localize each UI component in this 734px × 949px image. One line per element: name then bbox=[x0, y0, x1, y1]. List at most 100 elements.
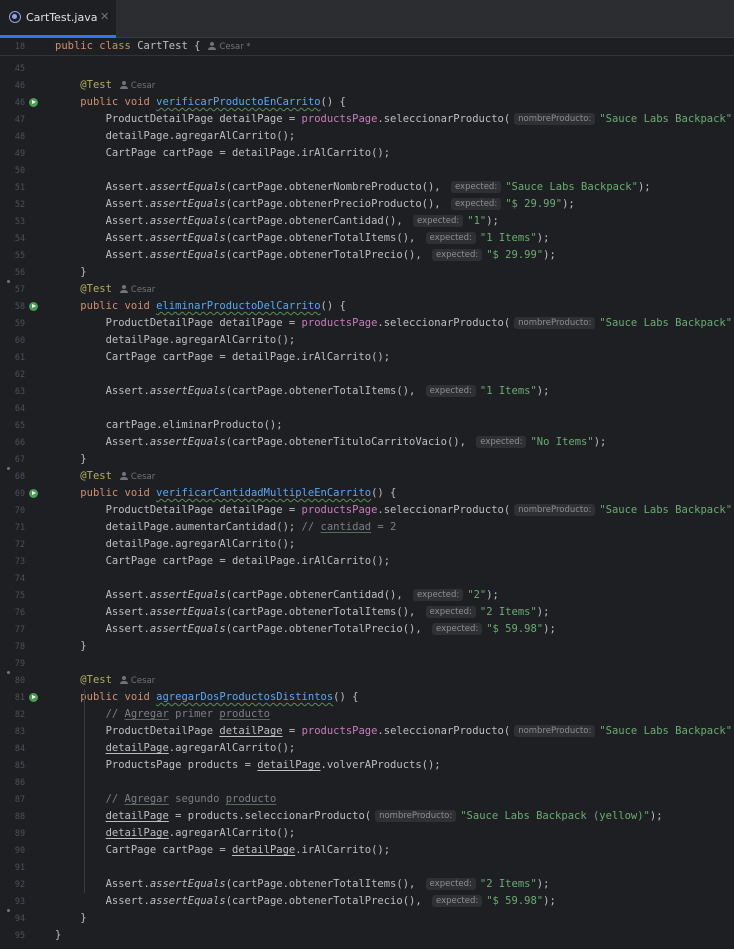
line-number[interactable]: 94 bbox=[0, 910, 25, 927]
code-line[interactable]: 48 detailPage.agregarAlCarrito(); bbox=[0, 128, 734, 145]
code-line[interactable]: 61 CartPage cartPage = detailPage.irAlCa… bbox=[0, 349, 734, 366]
code-line[interactable]: 60 detailPage.agregarAlCarrito(); bbox=[0, 332, 734, 349]
code-line[interactable]: 69 public void verificarCantidadMultiple… bbox=[0, 485, 734, 502]
line-number[interactable]: 79 bbox=[0, 655, 25, 672]
line-number[interactable]: 55 bbox=[0, 247, 25, 264]
code-line[interactable]: 46 @Test Cesar bbox=[0, 77, 734, 94]
line-number[interactable]: 64 bbox=[0, 400, 25, 417]
fold-marker-icon[interactable] bbox=[7, 280, 10, 283]
line-number[interactable]: 52 bbox=[0, 196, 25, 213]
line-number[interactable]: 83 bbox=[0, 723, 25, 740]
code-line[interactable]: 80 @Test Cesar bbox=[0, 672, 734, 689]
line-number[interactable]: 66 bbox=[0, 434, 25, 451]
line-number[interactable]: 68 bbox=[0, 468, 25, 485]
code-line[interactable]: 77 Assert.assertEquals(cartPage.obtenerT… bbox=[0, 621, 734, 638]
line-number[interactable]: 50 bbox=[0, 162, 25, 179]
code-line[interactable]: 83 ProductDetailPage detailPage = produc… bbox=[0, 723, 734, 740]
line-number[interactable]: 48 bbox=[0, 128, 25, 145]
line-number[interactable]: 60 bbox=[0, 332, 25, 349]
line-number[interactable]: 92 bbox=[0, 876, 25, 893]
code-line[interactable]: 50 bbox=[0, 162, 734, 179]
line-number[interactable]: 75 bbox=[0, 587, 25, 604]
code-line[interactable]: 73 CartPage cartPage = detailPage.irAlCa… bbox=[0, 553, 734, 570]
run-test-icon[interactable] bbox=[29, 693, 38, 702]
line-number[interactable]: 80 bbox=[0, 672, 25, 689]
run-test-icon[interactable] bbox=[29, 489, 38, 498]
code-line[interactable]: 91 bbox=[0, 859, 734, 876]
code-line[interactable]: 62 bbox=[0, 366, 734, 383]
line-number[interactable]: 61 bbox=[0, 349, 25, 366]
line-number[interactable]: 91 bbox=[0, 859, 25, 876]
line-number[interactable]: 74 bbox=[0, 570, 25, 587]
code-line[interactable]: 88 detailPage = products.seleccionarProd… bbox=[0, 808, 734, 825]
line-number[interactable]: 88 bbox=[0, 808, 25, 825]
line-number[interactable]: 89 bbox=[0, 825, 25, 842]
fold-marker-icon[interactable] bbox=[7, 909, 10, 912]
code-line[interactable]: 66 Assert.assertEquals(cartPage.obtenerT… bbox=[0, 434, 734, 451]
code-line[interactable]: 90 CartPage cartPage = detailPage.irAlCa… bbox=[0, 842, 734, 859]
code-line[interactable]: 74 bbox=[0, 570, 734, 587]
fold-marker-icon[interactable] bbox=[7, 467, 10, 470]
line-number[interactable]: 87 bbox=[0, 791, 25, 808]
line-number[interactable]: 72 bbox=[0, 536, 25, 553]
code-line[interactable]: 68 @Test Cesar bbox=[0, 468, 734, 485]
code-line[interactable]: 71 detailPage.aumentarCantidad(); // can… bbox=[0, 519, 734, 536]
line-number[interactable]: 77 bbox=[0, 621, 25, 638]
line-number[interactable]: 62 bbox=[0, 366, 25, 383]
line-number[interactable]: 53 bbox=[0, 213, 25, 230]
line-number[interactable]: 84 bbox=[0, 740, 25, 757]
line-number[interactable]: 93 bbox=[0, 893, 25, 910]
line-number[interactable]: 81 bbox=[0, 689, 25, 706]
code-line[interactable]: 57 @Test Cesar bbox=[0, 281, 734, 298]
code-line[interactable]: 75 Assert.assertEquals(cartPage.obtenerC… bbox=[0, 587, 734, 604]
code-line[interactable]: 63 Assert.assertEquals(cartPage.obtenerT… bbox=[0, 383, 734, 400]
code-line[interactable]: 93 Assert.assertEquals(cartPage.obtenerT… bbox=[0, 893, 734, 910]
run-test-icon[interactable] bbox=[29, 302, 38, 311]
code-line[interactable]: 89 detailPage.agregarAlCarrito(); bbox=[0, 825, 734, 842]
line-number[interactable]: 71 bbox=[0, 519, 25, 536]
line-number[interactable]: 85 bbox=[0, 757, 25, 774]
sticky-class-header[interactable]: 18 public class CartTest {Cesar * bbox=[0, 38, 734, 56]
code-line[interactable]: 53 Assert.assertEquals(cartPage.obtenerC… bbox=[0, 213, 734, 230]
author-hint[interactable]: Cesar bbox=[119, 285, 155, 295]
author-hint[interactable]: Cesar bbox=[119, 676, 155, 686]
code-line[interactable]: 64 bbox=[0, 400, 734, 417]
code-line[interactable]: 46 public void verificarProductoEnCarrit… bbox=[0, 94, 734, 111]
line-number[interactable]: 82 bbox=[0, 706, 25, 723]
author-hint[interactable]: Cesar bbox=[119, 472, 155, 482]
code-line[interactable]: 51 Assert.assertEquals(cartPage.obtenerN… bbox=[0, 179, 734, 196]
author-hint[interactable]: Cesar bbox=[119, 81, 155, 91]
line-number[interactable]: 58 bbox=[0, 298, 25, 315]
code-line[interactable]: 70 ProductDetailPage detailPage = produc… bbox=[0, 502, 734, 519]
line-number[interactable]: 73 bbox=[0, 553, 25, 570]
code-line[interactable]: 54 Assert.assertEquals(cartPage.obtenerT… bbox=[0, 230, 734, 247]
code-line[interactable]: 94 } bbox=[0, 910, 734, 927]
line-number[interactable]: 70 bbox=[0, 502, 25, 519]
line-number[interactable]: 63 bbox=[0, 383, 25, 400]
line-number[interactable]: 54 bbox=[0, 230, 25, 247]
code-line[interactable]: 84 detailPage.agregarAlCarrito(); bbox=[0, 740, 734, 757]
line-number[interactable]: 59 bbox=[0, 315, 25, 332]
line-number[interactable]: 76 bbox=[0, 604, 25, 621]
code-line[interactable]: 78 } bbox=[0, 638, 734, 655]
line-number[interactable]: 51 bbox=[0, 179, 25, 196]
close-tab-icon[interactable]: ✕ bbox=[100, 10, 109, 23]
line-number[interactable]: 67 bbox=[0, 451, 25, 468]
code-line[interactable]: 85 ProductsPage products = detailPage.vo… bbox=[0, 757, 734, 774]
code-line[interactable]: 55 Assert.assertEquals(cartPage.obtenerT… bbox=[0, 247, 734, 264]
line-number[interactable]: 57 bbox=[0, 281, 25, 298]
run-test-icon[interactable] bbox=[29, 98, 38, 107]
code-line[interactable]: 81 public void agregarDosProductosDistin… bbox=[0, 689, 734, 706]
line-number[interactable]: 86 bbox=[0, 774, 25, 791]
code-line[interactable]: 82 // Agregar primer producto bbox=[0, 706, 734, 723]
code-line[interactable]: 87 // Agregar segundo producto bbox=[0, 791, 734, 808]
line-number[interactable]: 47 bbox=[0, 111, 25, 128]
line-number[interactable]: 69 bbox=[0, 485, 25, 502]
line-number[interactable]: 95 bbox=[0, 927, 25, 944]
code-line[interactable]: 86 bbox=[0, 774, 734, 791]
code-line[interactable]: 59 ProductDetailPage detailPage = produc… bbox=[0, 315, 734, 332]
code-line[interactable]: 49 CartPage cartPage = detailPage.irAlCa… bbox=[0, 145, 734, 162]
code-line[interactable]: 76 Assert.assertEquals(cartPage.obtenerT… bbox=[0, 604, 734, 621]
code-line[interactable]: 65 cartPage.eliminarProducto(); bbox=[0, 417, 734, 434]
line-number[interactable]: 46 bbox=[0, 94, 25, 111]
